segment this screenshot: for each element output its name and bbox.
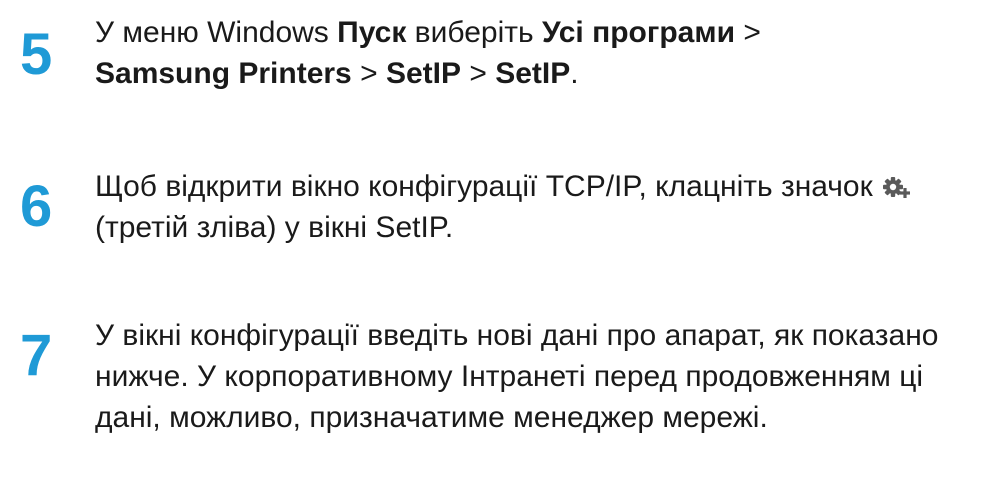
menu-name-all-programs: Усі програми	[541, 16, 736, 49]
step-instruction: У вікні конфігурації введіть нові дані п…	[95, 319, 939, 434]
menu-name-samsung-printers: Samsung Printers	[95, 57, 352, 90]
step-instruction: Щоб відкрити вікно конфігурації TCP/IP, …	[95, 166, 985, 248]
menu-name-start: Пуск	[337, 16, 407, 49]
menu-name-setip-folder: SetIP	[385, 57, 461, 90]
path-separator: >	[460, 57, 496, 90]
path-separator: >	[735, 16, 761, 49]
path-separator: >	[351, 57, 386, 90]
step-number: 7	[20, 323, 53, 388]
menu-name-setip-program: SetIP	[495, 57, 571, 90]
text-run: .	[570, 57, 579, 90]
step-number: 5	[20, 22, 53, 87]
text-run: виберіть	[406, 16, 542, 49]
text-run: У меню Windows	[95, 16, 338, 49]
text-run: (третій зліва) у вікні SetIP.	[95, 211, 454, 244]
step-instruction: У меню Windows Пуск виберіть Усі програм…	[95, 12, 985, 94]
text-run: Щоб відкрити вікно конфігурації TCP/IP, …	[95, 170, 882, 203]
step-number: 6	[20, 174, 53, 239]
tcpip-config-gear-icon	[881, 170, 911, 198]
